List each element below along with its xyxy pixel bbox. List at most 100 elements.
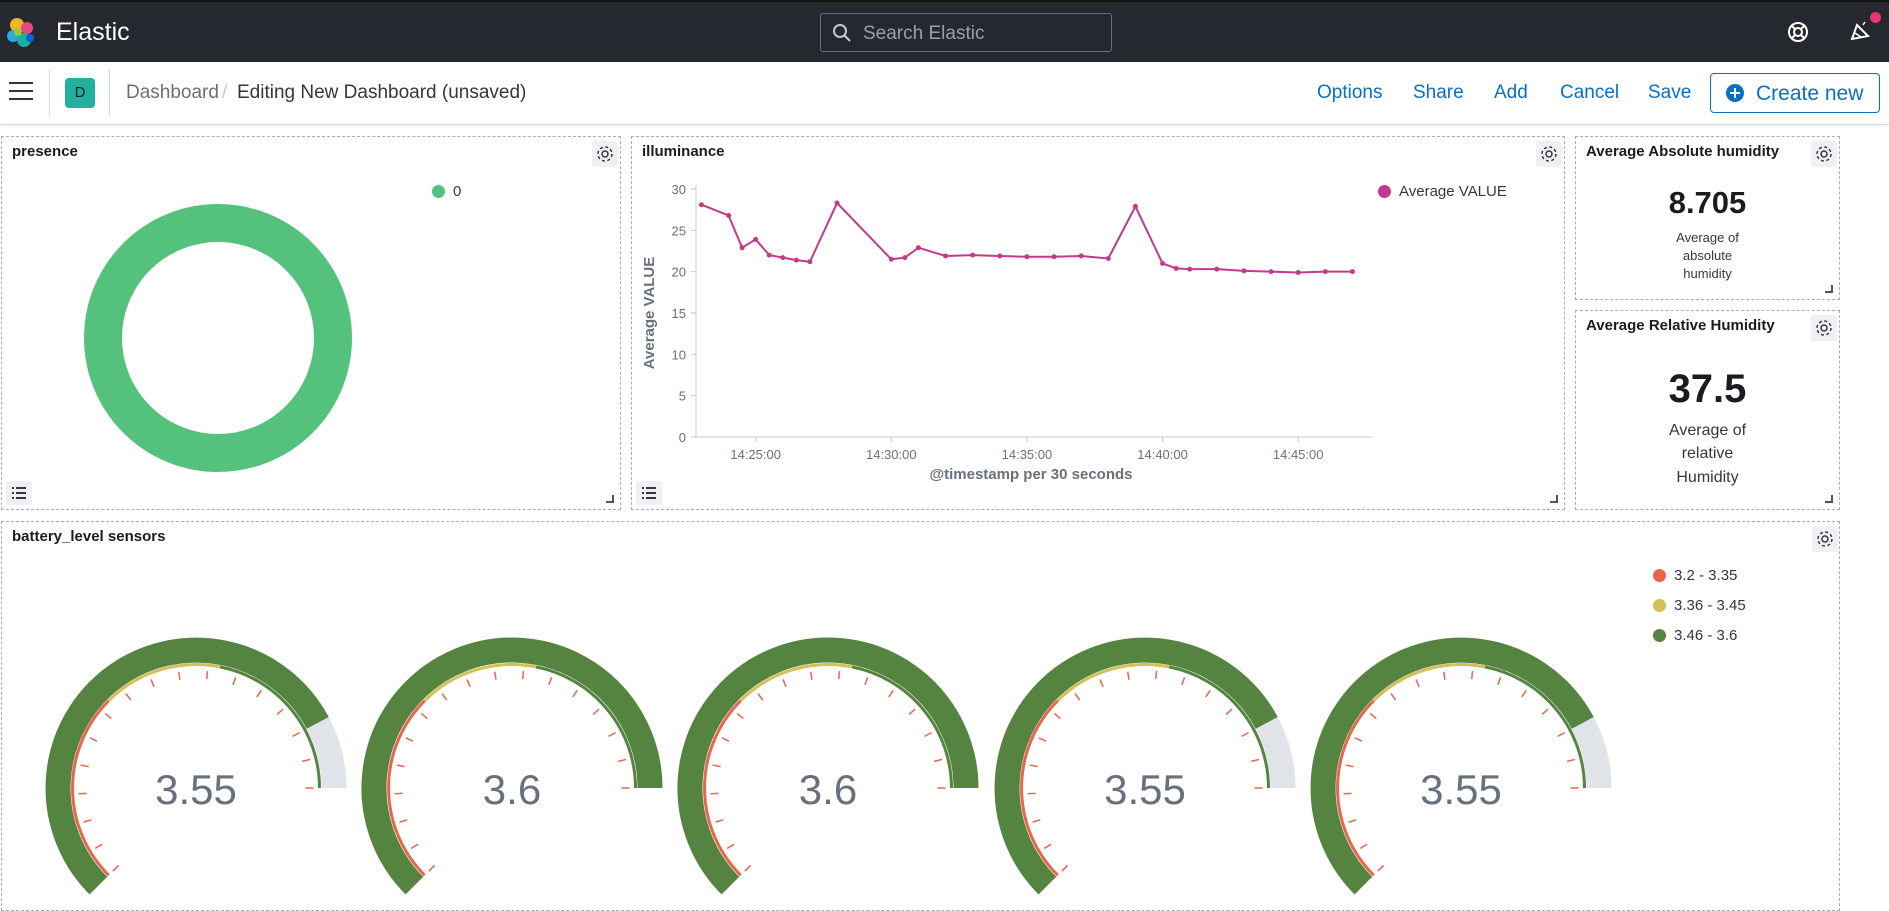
gauge-tick	[1242, 733, 1249, 737]
share-button[interactable]: Share	[1413, 82, 1464, 104]
gauge-tick	[1039, 738, 1046, 741]
gauge-tick	[1128, 672, 1129, 680]
cancel-button[interactable]: Cancel	[1560, 82, 1619, 104]
data-point	[1106, 256, 1111, 261]
gauge: 3.55	[1323, 650, 1599, 886]
y-tick-label: 15	[672, 306, 686, 321]
data-point	[1214, 267, 1219, 272]
data-point	[902, 255, 907, 260]
data-point	[916, 245, 921, 250]
create-new-button[interactable]: Create new	[1710, 73, 1880, 113]
panel-title: Average Relative Humidity	[1586, 317, 1775, 334]
gauge-tick	[233, 677, 236, 685]
search-bar[interactable]	[820, 13, 1112, 52]
gauge-tick	[1226, 709, 1232, 714]
gauge-tick	[1075, 694, 1080, 700]
gauge-tick	[737, 713, 743, 718]
resize-handle[interactable]	[1825, 285, 1833, 293]
x-tick-label: 14:45:00	[1273, 447, 1324, 462]
gauge-tick	[257, 690, 261, 697]
menu-toggle-icon[interactable]	[9, 82, 33, 102]
data-point	[835, 201, 840, 206]
gauge-tick	[1378, 865, 1384, 871]
gauge-tick	[421, 713, 427, 718]
gauge-tick	[1251, 759, 1259, 761]
data-point	[699, 202, 704, 207]
panel-battery-level: battery_level sensors 3.2 - 3.35 3.36 - …	[1, 521, 1840, 911]
options-button[interactable]: Options	[1317, 82, 1382, 104]
gauge-tick	[397, 765, 405, 767]
top-header: Elastic	[0, 0, 1889, 62]
resize-handle[interactable]	[1550, 495, 1558, 503]
gauge-tick	[1355, 738, 1362, 741]
data-point	[1269, 269, 1274, 274]
gauge-tick	[839, 671, 840, 679]
gauge-tick	[523, 671, 524, 679]
legend-toggle-button[interactable]	[6, 481, 32, 505]
legend-item[interactable]: Average VALUE	[1378, 183, 1507, 200]
gauge: 3.6	[690, 650, 966, 886]
panel-absolute-humidity: Average Absolute humidity 8.705 Average …	[1575, 136, 1840, 300]
gauge-tick	[442, 694, 447, 700]
panel-title: Average Absolute humidity	[1586, 143, 1779, 160]
gauge-tick	[1100, 679, 1103, 686]
data-point	[794, 258, 799, 263]
space-avatar[interactable]: D	[65, 78, 95, 108]
gauge-tick	[1472, 671, 1473, 679]
gauge-tick	[1156, 671, 1157, 679]
resize-handle[interactable]	[606, 495, 614, 503]
y-axis-title: Average VALUE	[641, 257, 658, 370]
help-icon[interactable]	[1787, 21, 1809, 43]
panel-options-button[interactable]	[1811, 315, 1837, 341]
elastic-logo-icon[interactable]	[4, 16, 38, 50]
metric-label-line: absolute	[1576, 248, 1839, 263]
gauge-tick	[1206, 690, 1210, 697]
gauge-tick	[745, 865, 751, 871]
x-tick-label: 14:30:00	[866, 447, 917, 462]
newsfeed-icon[interactable]	[1848, 21, 1872, 43]
resize-handle[interactable]	[1825, 495, 1833, 503]
x-axis-title: @timestamp per 30 seconds	[929, 466, 1132, 483]
breadcrumb-dashboard[interactable]: Dashboard	[126, 82, 219, 104]
data-point	[1024, 254, 1029, 259]
data-point	[1241, 268, 1246, 273]
save-button[interactable]: Save	[1648, 82, 1691, 104]
y-tick-label: 5	[679, 389, 686, 404]
panel-relative-humidity: Average Relative Humidity 37.5 Average o…	[1575, 310, 1840, 510]
gauge-tick	[1522, 690, 1526, 697]
search-input[interactable]	[861, 20, 1105, 48]
panel-presence: presence 0	[1, 136, 621, 510]
panel-options-button[interactable]	[592, 141, 618, 167]
gauge-tick	[302, 759, 310, 761]
nav-divider	[109, 70, 110, 116]
gauge-tick	[1044, 844, 1051, 848]
breadcrumb-current: Editing New Dashboard (unsaved)	[237, 82, 526, 104]
x-tick-label: 14:25:00	[730, 447, 781, 462]
gauge-tick	[1349, 820, 1357, 822]
gauge: 3.55	[58, 650, 334, 886]
legend-item[interactable]: 0	[432, 183, 461, 200]
gauge: 3.6	[374, 650, 650, 886]
y-tick-label: 20	[672, 265, 686, 280]
gauge-tick	[105, 713, 111, 718]
data-point	[1323, 269, 1328, 274]
data-point	[997, 253, 1002, 258]
gauge-tick	[400, 820, 408, 822]
panel-options-button[interactable]	[1811, 141, 1837, 167]
gauge-tick	[727, 844, 734, 848]
add-button[interactable]: Add	[1494, 82, 1528, 104]
gauge-tick	[207, 671, 208, 679]
gauge-tick	[573, 690, 577, 697]
gauge-tick	[716, 820, 724, 822]
legend-dot	[432, 185, 445, 198]
data-point	[1079, 253, 1084, 258]
gear-icon	[1815, 319, 1833, 337]
gauge-tick	[1416, 679, 1419, 686]
legend-toggle-button[interactable]	[636, 481, 662, 505]
legend-label: 0	[453, 183, 461, 200]
donut-slice-0[interactable]	[103, 223, 333, 453]
app-title[interactable]: Elastic	[56, 18, 130, 47]
metric-label-line: Humidity	[1576, 469, 1839, 487]
gauge-tick	[179, 672, 180, 680]
x-tick-label: 14:40:00	[1137, 447, 1188, 462]
